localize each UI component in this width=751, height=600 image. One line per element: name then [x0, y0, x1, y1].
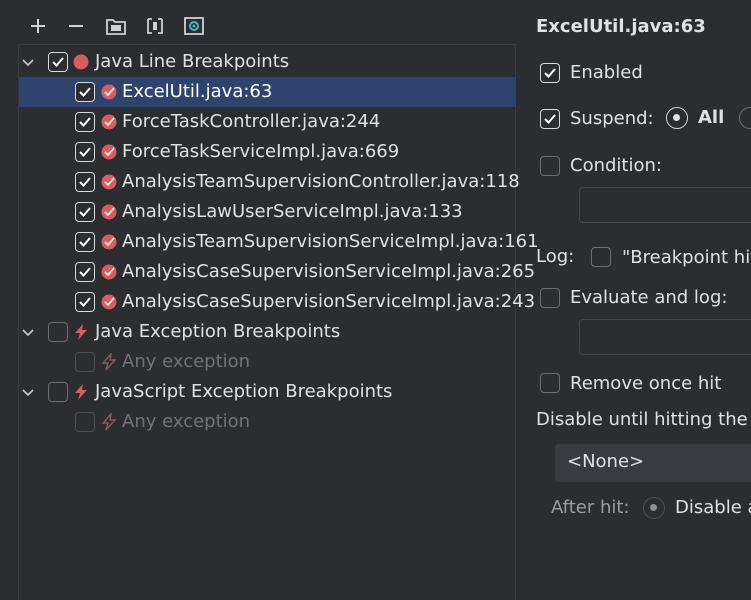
breakpoint-row-analysisteamsupervisioncontroller-118[interactable]: AnalysisTeamSupervisionController.java:1… — [19, 167, 520, 197]
breakpoint-checkbox[interactable] — [75, 202, 95, 222]
breakpoint-label: AnalysisCaseSupervisionServiceImpl.java:… — [122, 261, 536, 282]
breakpoint-checkbox[interactable] — [75, 172, 95, 192]
breakpoint-checkbox[interactable] — [75, 262, 95, 282]
breakpoints-tree: Java Line Breakpoints ExcelUtil.java:63 … — [18, 44, 539, 600]
details-title: ExcelUtil.java:63 — [536, 16, 706, 37]
evaluate-and-log-checkbox[interactable] — [540, 288, 560, 308]
evaluate-and-log-input[interactable] — [579, 319, 751, 355]
condition-label: Condition: — [570, 155, 662, 176]
line-breakpoint-icon — [101, 204, 117, 220]
breakpoint-row-any-exception-js[interactable]: Any exception — [19, 407, 516, 437]
breakpoint-label: AnalysisTeamSupervisionServiceImpl.java:… — [122, 231, 539, 252]
export-breakpoints-button[interactable] — [141, 12, 169, 40]
breakpoint-checkbox[interactable] — [75, 82, 95, 102]
line-breakpoint-icon — [101, 114, 117, 130]
java-exception-breakpoints-checkbox[interactable] — [48, 322, 68, 342]
suspend-checkbox[interactable] — [540, 109, 560, 129]
lightning-outline-icon — [101, 353, 117, 371]
breakpoint-details-panel: ExcelUtil.java:63 Enabled Suspend: All C… — [516, 0, 751, 600]
breakpoint-hit-checkbox[interactable] — [591, 247, 611, 267]
disable-until-selected-value: <None> — [567, 451, 645, 472]
breakpoint-checkbox[interactable] — [75, 352, 95, 372]
breakpoint-row-analysislawuserserviceimpl-133[interactable]: AnalysisLawUserServiceImpl.java:133 — [19, 197, 516, 227]
breakpoint-label: AnalysisLawUserServiceImpl.java:133 — [122, 201, 463, 222]
chevron-down-icon[interactable] — [20, 324, 36, 340]
group-by-file-button[interactable] — [102, 12, 130, 40]
condition-checkbox[interactable] — [540, 156, 560, 176]
breakpoints-toolbar — [0, 0, 520, 44]
suspend-all-radio[interactable] — [666, 107, 688, 129]
breakpoint-row-forcetaskcontroller-244[interactable]: ForceTaskController.java:244 — [19, 107, 516, 137]
group-java-line-breakpoints[interactable]: Java Line Breakpoints — [19, 47, 516, 77]
enabled-label: Enabled — [570, 62, 643, 83]
breakpoint-hit-label: "Breakpoint hit — [622, 247, 751, 268]
disable-until-label: Disable until hitting the f — [536, 409, 751, 430]
breakpoint-row-analysisteamsupervisionserviceimpl-161[interactable]: AnalysisTeamSupervisionServiceImpl.java:… — [19, 227, 539, 257]
remove-icon — [69, 25, 83, 27]
group-label: JavaScript Exception Breakpoints — [95, 381, 393, 402]
group-label: Java Exception Breakpoints — [95, 321, 341, 342]
breakpoint-checkbox[interactable] — [75, 112, 95, 132]
group-label: Java Line Breakpoints — [95, 51, 290, 72]
suspend-all-label: All — [698, 107, 725, 128]
breakpoint-label: ForceTaskController.java:244 — [122, 111, 381, 132]
condition-input[interactable] — [579, 187, 751, 223]
breakpoint-label: ForceTaskServiceImpl.java:669 — [122, 141, 400, 162]
remove-breakpoint-button[interactable] — [62, 12, 90, 40]
breakpoint-checkbox[interactable] — [75, 142, 95, 162]
export-icon — [147, 18, 163, 34]
log-label: Log: — [536, 246, 575, 267]
breakpoint-row-analysiscasesupervisionserviceimpl-243[interactable]: AnalysisCaseSupervisionServiceImpl.java:… — [19, 287, 535, 317]
breakpoint-row-forcetaskserviceimpl-669[interactable]: ForceTaskServiceImpl.java:669 — [19, 137, 516, 167]
after-hit-label: After hit: — [551, 497, 630, 518]
java-line-breakpoints-checkbox[interactable] — [48, 52, 68, 72]
chevron-down-icon[interactable] — [20, 54, 36, 70]
breakpoint-checkbox[interactable] — [75, 232, 95, 252]
breakpoint-row-excelutil-63[interactable]: ExcelUtil.java:63 — [19, 77, 516, 107]
breakpoint-label: Any exception — [122, 411, 251, 432]
breakpoint-label: ExcelUtil.java:63 — [122, 81, 273, 102]
lightning-outline-icon — [101, 413, 117, 431]
line-breakpoint-icon — [101, 174, 117, 190]
chevron-down-icon[interactable] — [20, 384, 36, 400]
suspend-thread-radio[interactable] — [739, 107, 751, 129]
line-breakpoint-icon — [101, 234, 117, 250]
suspend-label: Suspend: — [570, 108, 654, 129]
breakpoint-label: AnalysisTeamSupervisionController.java:1… — [122, 171, 520, 192]
evaluate-and-log-label: Evaluate and log: — [570, 287, 728, 308]
line-breakpoint-icon — [101, 144, 117, 160]
javascript-exception-breakpoints-checkbox[interactable] — [48, 382, 68, 402]
line-breakpoint-icon — [101, 84, 117, 100]
remove-once-hit-label: Remove once hit — [570, 373, 722, 394]
breakpoint-icon — [73, 54, 89, 70]
disable-until-select[interactable]: <None> — [555, 444, 751, 482]
lightning-icon — [75, 324, 87, 340]
import-breakpoints-button[interactable] — [180, 12, 208, 40]
breakpoint-checkbox[interactable] — [75, 292, 95, 312]
breakpoint-label: AnalysisCaseSupervisionServiceImpl.java:… — [122, 291, 536, 312]
breakpoint-row-analysiscasesupervisionserviceimpl-265[interactable]: AnalysisCaseSupervisionServiceImpl.java:… — [19, 257, 535, 287]
add-breakpoint-button[interactable] — [24, 12, 52, 40]
breakpoint-checkbox[interactable] — [75, 412, 95, 432]
disable-again-label: Disable a — [675, 497, 751, 518]
line-breakpoint-icon — [101, 294, 117, 310]
line-breakpoint-icon — [101, 264, 117, 280]
disable-again-radio[interactable] — [643, 497, 665, 519]
group-folder-icon — [106, 19, 126, 35]
breakpoint-label: Any exception — [122, 351, 251, 372]
lightning-icon — [75, 384, 87, 400]
breakpoint-row-any-exception-java[interactable]: Any exception — [19, 347, 516, 377]
import-icon — [184, 17, 204, 35]
enabled-checkbox[interactable] — [540, 63, 560, 83]
group-java-exception-breakpoints[interactable]: Java Exception Breakpoints — [19, 317, 516, 347]
add-icon — [31, 19, 45, 33]
group-javascript-exception-breakpoints[interactable]: JavaScript Exception Breakpoints — [19, 377, 516, 407]
remove-once-hit-checkbox[interactable] — [540, 373, 560, 393]
